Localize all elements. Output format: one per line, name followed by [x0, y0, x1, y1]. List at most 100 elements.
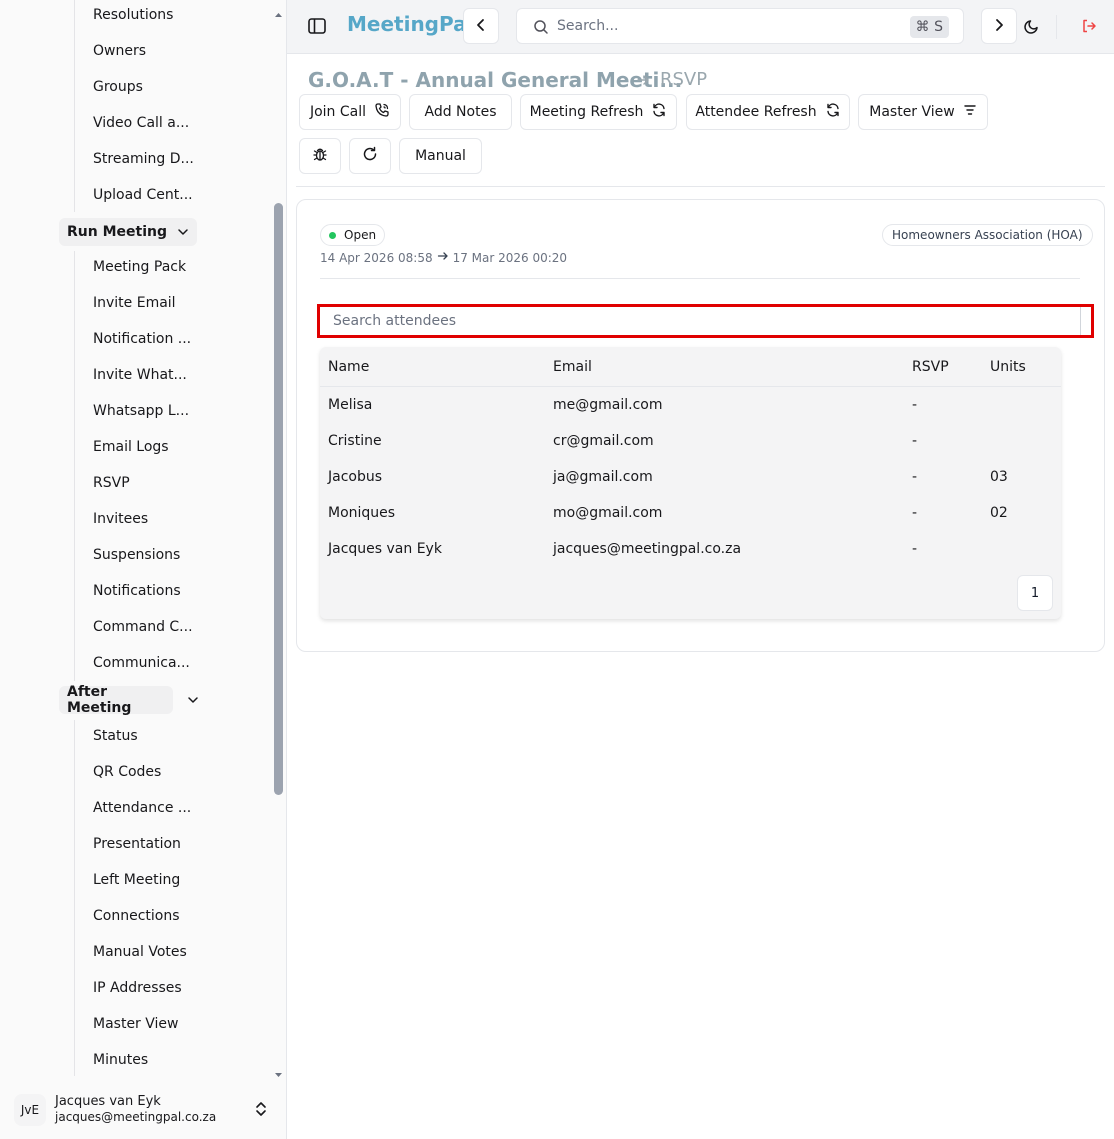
sidebar-item-left-meeting[interactable]: Left Meeting [93, 872, 180, 888]
sidebar-item-attendance[interactable]: Attendance ... [93, 800, 191, 816]
brand-logo[interactable]: MeetingPal [347, 12, 473, 36]
join-call-button[interactable]: Join Call [299, 94, 401, 130]
rotate-cw-icon [362, 146, 378, 166]
reload-button[interactable] [349, 138, 391, 174]
search-shortcut: ⌘ S [909, 16, 949, 38]
sidebar-item-rsvp[interactable]: RSVP [93, 475, 130, 491]
search-attendees-placeholder: Search attendees [333, 313, 456, 329]
sidebar-toggle-icon[interactable] [305, 14, 329, 38]
sidebar-item-invite-email[interactable]: Invite Email [93, 295, 176, 311]
sidebar-item-invitees[interactable]: Invitees [93, 511, 148, 527]
button-label: Add Notes [424, 104, 497, 120]
status-badge: Open [320, 224, 386, 246]
start-date: 14 Apr 2026 08:58 [320, 250, 433, 265]
cell-email: mo@gmail.com [553, 505, 663, 521]
sidebar-item-streaming[interactable]: Streaming D... [93, 151, 194, 167]
cell-name: Melisa [328, 397, 373, 413]
sidebar-item-connections[interactable]: Connections [93, 908, 180, 924]
column-header-email[interactable]: Email [553, 359, 592, 375]
moon-icon[interactable] [1022, 16, 1042, 36]
chevrons-up-down-icon[interactable] [254, 1100, 268, 1122]
attendee-refresh-button[interactable]: Attendee Refresh [686, 94, 850, 130]
sidebar-item-owners[interactable]: Owners [93, 43, 146, 59]
cell-email: jacques@meetingpal.co.za [553, 541, 742, 557]
meeting-dates: 14 Apr 2026 08:58 17 Mar 2026 00:20 [320, 250, 567, 265]
sidebar-item-command-centre[interactable]: Command C... [93, 619, 193, 635]
sidebar-item-notifications[interactable]: Notifications [93, 583, 181, 599]
breadcrumb[interactable]: RSVP [660, 69, 707, 90]
cell-email: ja@gmail.com [553, 469, 653, 485]
sidebar-item-minutes[interactable]: Minutes [93, 1052, 148, 1068]
scroll-up-icon[interactable] [274, 4, 283, 17]
section-label: Run Meeting [67, 224, 167, 240]
scroll-down-icon[interactable] [274, 1064, 283, 1077]
column-header-units[interactable]: Units [990, 359, 1026, 375]
phone-call-icon [374, 102, 390, 122]
sidebar-item-presentation[interactable]: Presentation [93, 836, 181, 852]
bug-icon [312, 146, 328, 166]
column-header-name[interactable]: Name [328, 359, 369, 375]
sidebar-item-resolutions[interactable]: Resolutions [93, 7, 173, 23]
manual-button[interactable]: Manual [399, 138, 482, 174]
sidebar-item-notification[interactable]: Notification ... [93, 331, 191, 347]
sidebar-section-after-meeting[interactable]: After Meeting [59, 684, 198, 716]
chevron-left-icon [474, 17, 488, 36]
logout-icon[interactable] [1079, 16, 1099, 36]
sidebar-item-manual-votes[interactable]: Manual Votes [93, 944, 187, 960]
sidebar-item-whatsapp-logs[interactable]: Whatsapp L... [93, 403, 189, 419]
debug-button[interactable] [299, 138, 341, 174]
end-date: 17 Mar 2026 00:20 [452, 250, 568, 265]
sidebar-item-video-call[interactable]: Video Call a... [93, 115, 189, 131]
meeting-refresh-button[interactable]: Meeting Refresh [520, 94, 677, 130]
sidebar-item-invite-whatsapp[interactable]: Invite What... [93, 367, 187, 383]
sidebar-item-qr-codes[interactable]: QR Codes [93, 764, 161, 780]
sidebar-item-suspensions[interactable]: Suspensions [93, 547, 180, 563]
back-button[interactable] [463, 8, 499, 44]
status-label: Open [344, 228, 377, 242]
button-label: Meeting Refresh [529, 104, 644, 120]
cell-rsvp: - [912, 469, 918, 485]
cell-name: Jacobus [328, 469, 383, 485]
cell-name: Jacques van Eyk [328, 541, 442, 557]
nav-guide-line [74, 720, 75, 1076]
sidebar-item-upload-centre[interactable]: Upload Cent... [93, 187, 193, 203]
arrow-right-icon [437, 250, 449, 265]
cell-name: Moniques [328, 505, 396, 521]
button-label: Join Call [309, 104, 367, 120]
cell-email: cr@gmail.com [553, 433, 654, 449]
master-view-button[interactable]: Master View [858, 94, 988, 130]
search-input[interactable]: Search... ⌘ S [516, 8, 964, 44]
app: Resolutions Owners Groups Video Call a..… [0, 0, 1114, 1139]
user-name: Jacques van Eyk [55, 1094, 161, 1109]
sidebar-item-communication[interactable]: Communica... [93, 655, 190, 671]
button-label: Attendee Refresh [695, 104, 817, 120]
cell-units: 03 [990, 469, 1008, 485]
sidebar-item-ip-addresses[interactable]: IP Addresses [93, 980, 182, 996]
cell-rsvp: - [912, 505, 918, 521]
table-header-divider [320, 386, 1061, 387]
status-dot [329, 231, 336, 239]
sidebar-section-run-meeting[interactable]: Run Meeting [59, 218, 197, 246]
sidebar-item-groups[interactable]: Groups [93, 79, 143, 95]
add-notes-button[interactable]: Add Notes [409, 94, 512, 130]
card-divider [320, 278, 1080, 279]
sidebar-scroll-thumb[interactable] [274, 203, 283, 795]
chevron-right-icon [992, 17, 1006, 36]
sidebar-item-email-logs[interactable]: Email Logs [93, 439, 169, 455]
column-header-rsvp[interactable]: RSVP [912, 359, 949, 375]
section-label: After Meeting [67, 684, 132, 716]
chevron-down-icon [177, 218, 189, 246]
button-label: Master View [869, 104, 955, 120]
sidebar-nav: Resolutions Owners Groups Video Call a..… [0, 0, 287, 1076]
refresh-icon [825, 102, 841, 122]
forward-button[interactable] [981, 8, 1017, 44]
sidebar-item-master-view[interactable]: Master View [93, 1016, 178, 1032]
refresh-icon [651, 102, 667, 122]
sidebar-item-status[interactable]: Status [93, 728, 138, 744]
toolbar-divider [296, 186, 1105, 187]
sidebar-item-meeting-pack[interactable]: Meeting Pack [93, 259, 186, 275]
menu-lines-icon [963, 103, 977, 121]
pagination-page-1[interactable]: 1 [1017, 575, 1053, 611]
cell-email: me@gmail.com [553, 397, 663, 413]
search-attendees-input[interactable]: Search attendees [317, 304, 1094, 338]
